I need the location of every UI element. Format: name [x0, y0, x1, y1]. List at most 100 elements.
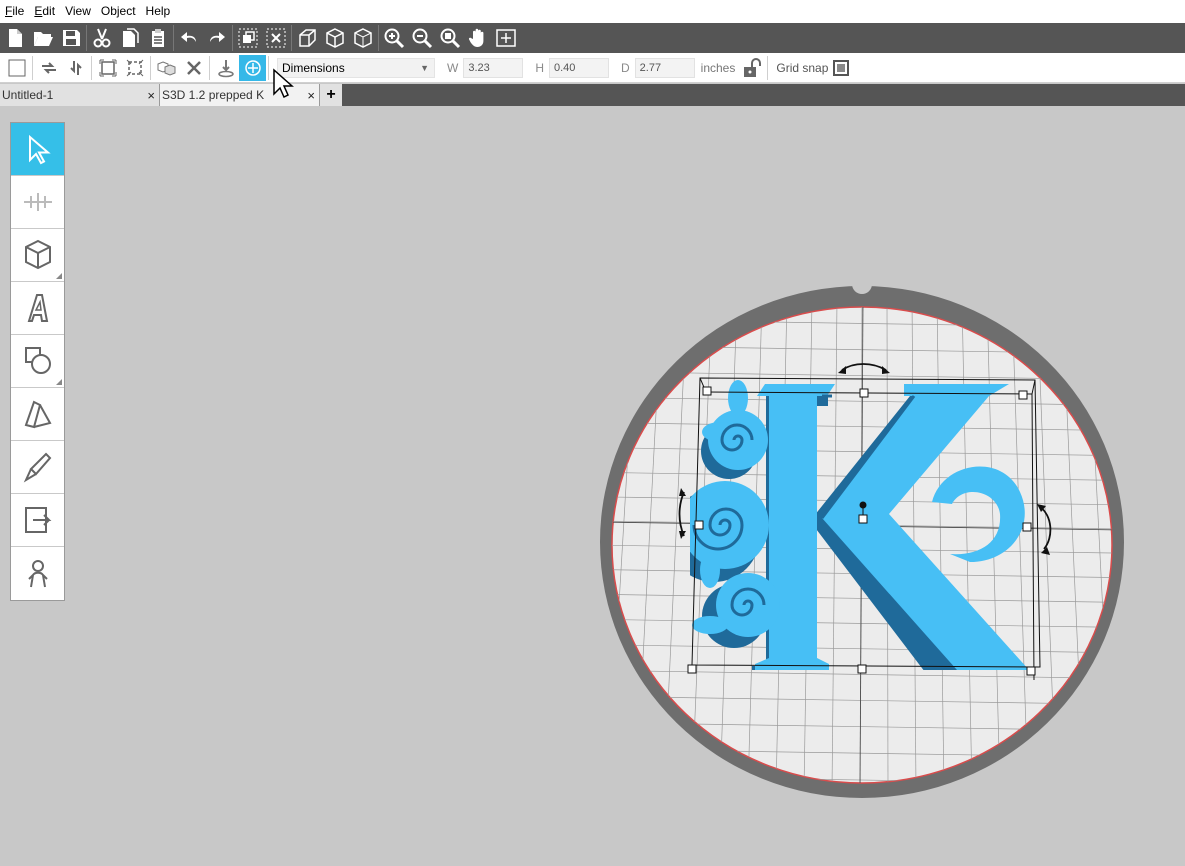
unlock-icon [744, 57, 762, 77]
document-tabs: Untitled-1 × S3D 1.2 prepped K × + [0, 84, 1185, 106]
dimension-mode-select[interactable]: Dimensions ▼ [277, 57, 435, 78]
cube-icon [24, 239, 51, 270]
toolbar-separator [767, 55, 769, 80]
toolbar-separator [209, 55, 210, 80]
delete-button[interactable] [180, 55, 207, 81]
cube-view-button[interactable] [321, 24, 349, 52]
center-on-bed-button[interactable] [239, 54, 266, 81]
combine-cubes-icon [157, 60, 175, 76]
zoom-in-button[interactable] [380, 24, 408, 52]
height-label: H [535, 60, 544, 75]
cube-outline-icon [354, 28, 372, 48]
tab-s3d-prepped-k[interactable]: S3D 1.2 prepped K × [160, 84, 320, 106]
fit-bounds-icon [99, 59, 116, 76]
cut-button[interactable] [88, 24, 116, 52]
tab-label: Untitled-1 [2, 88, 54, 102]
bed-notch [852, 274, 872, 294]
export-tool[interactable] [11, 494, 64, 547]
zoom-fit-icon [440, 28, 461, 49]
drop-to-bed-button[interactable] [212, 55, 239, 81]
3d-viewport[interactable] [560, 270, 1160, 830]
cube-outline-button[interactable] [349, 24, 377, 52]
copy-icon [123, 28, 139, 47]
menu-file-label: ile [12, 4, 25, 18]
leaf-top [728, 380, 748, 416]
pan-button[interactable] [464, 24, 492, 52]
fit-bounds-button[interactable] [94, 55, 121, 81]
figure-tool[interactable] [11, 547, 64, 600]
extrude-button[interactable] [293, 24, 321, 52]
square-icon [8, 59, 25, 76]
new-file-button[interactable] [1, 24, 29, 52]
select-tool[interactable] [11, 123, 64, 176]
menu-view[interactable]: View [60, 0, 96, 23]
width-label: W [447, 60, 459, 75]
menu-bar: File Edit View Object Help [0, 0, 1185, 23]
undo-icon [181, 32, 196, 42]
knife-icon [23, 452, 51, 483]
tab-close-icon[interactable]: × [147, 88, 155, 103]
grid-snap-fill [837, 63, 846, 72]
zoom-out-button[interactable] [408, 24, 436, 52]
grid-line-horizontal [600, 803, 1120, 811]
redo-button[interactable] [203, 24, 231, 52]
ungroup-button[interactable] [262, 24, 290, 52]
leaf-mid [700, 552, 720, 588]
combine-button[interactable] [153, 55, 180, 81]
select-arrow-icon [28, 134, 51, 165]
flip-vertical-icon [69, 60, 82, 75]
pan-hand-icon [468, 28, 484, 47]
add-tab-button[interactable]: + [320, 84, 342, 106]
submenu-corner [56, 273, 62, 279]
resize-bounds-button[interactable] [121, 55, 148, 81]
chevron-down-icon: ▼ [420, 62, 429, 73]
paste-button[interactable] [144, 24, 172, 52]
pivot-point[interactable] [859, 501, 867, 509]
aspect-lock-button[interactable] [739, 56, 765, 80]
toolbar-separator [173, 25, 174, 51]
menu-object[interactable]: Object [96, 0, 141, 23]
flip-horizontal-button[interactable] [35, 55, 62, 81]
faces-icon [24, 400, 52, 429]
toolbar-separator [291, 25, 292, 51]
menu-help[interactable]: Help [141, 0, 176, 23]
copy-button[interactable] [116, 24, 144, 52]
submenu-corner [56, 379, 62, 385]
grid-snap-toggle[interactable] [833, 59, 850, 76]
cube-view-icon [326, 28, 344, 48]
toolbar-separator [150, 55, 151, 80]
cut-icon [93, 28, 111, 48]
resize-bounds-icon [126, 59, 143, 76]
save-icon [63, 30, 80, 46]
faces-tool[interactable] [11, 388, 64, 441]
flip-vertical-button[interactable] [62, 55, 89, 81]
text-3d-icon [27, 294, 48, 322]
tab-untitled-1[interactable]: Untitled-1 × [0, 84, 160, 106]
primitive-shape-tool[interactable] [11, 229, 64, 282]
group-button[interactable] [234, 24, 262, 52]
text-3d-tool[interactable] [11, 282, 64, 335]
menu-file[interactable]: File [0, 0, 29, 23]
depth-input[interactable] [634, 57, 695, 78]
align-tool[interactable] [11, 176, 64, 229]
select-box-button[interactable] [3, 55, 30, 81]
menu-edit[interactable]: Edit [29, 0, 60, 23]
main-toolbar [0, 23, 1185, 53]
toolbar-separator [232, 25, 233, 51]
open-button[interactable] [29, 24, 57, 52]
undo-button[interactable] [175, 24, 203, 52]
add-frame-icon [496, 29, 516, 47]
add-frame-button[interactable] [492, 24, 520, 52]
zoom-fit-button[interactable] [436, 24, 464, 52]
group-icon [238, 28, 258, 48]
shape-icon [24, 347, 51, 374]
tab-close-icon[interactable]: × [307, 88, 315, 103]
save-button[interactable] [57, 24, 85, 52]
grid-snap-label: Grid snap [776, 60, 829, 75]
knife-tool[interactable] [11, 441, 64, 494]
extrude-icon [299, 29, 316, 47]
width-input[interactable] [463, 57, 524, 78]
shape-tool[interactable] [11, 335, 64, 388]
height-input[interactable] [549, 57, 609, 78]
zoom-in-icon [384, 28, 405, 49]
